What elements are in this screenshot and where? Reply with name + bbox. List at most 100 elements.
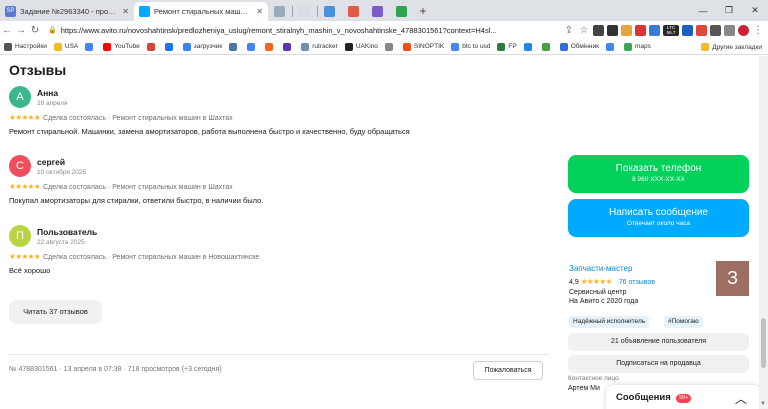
puzzle-icon[interactable]: [724, 24, 735, 36]
review-deal-info: Сделка состоялась · Ремонт стиральных ма…: [43, 184, 233, 191]
close-tab-icon[interactable]: ✕: [256, 2, 263, 21]
divider: [9, 354, 549, 355]
report-button[interactable]: Пожаловаться: [473, 361, 543, 380]
bookmark-item[interactable]: SINOPTIK: [402, 42, 444, 51]
bookmark-item[interactable]: [247, 42, 258, 51]
avatar[interactable]: С: [9, 155, 31, 177]
tab-mini[interactable]: [318, 2, 342, 21]
bookmark-item[interactable]: [541, 42, 553, 51]
bookmark-item[interactable]: [146, 42, 158, 51]
avatar[interactable]: А: [9, 86, 31, 108]
review-item: П Пользователь 22 августа 2025 ★★★★★ Сдел…: [9, 225, 549, 275]
back-icon[interactable]: ←: [0, 25, 14, 36]
bookmark-favicon: [247, 42, 256, 51]
scroll-down-icon[interactable]: ▼: [760, 401, 766, 407]
bookmark-item[interactable]: [265, 42, 276, 51]
all-ads-button[interactable]: 21 объявление пользователя: [568, 333, 749, 351]
tab-label: Задание №2963340 - просмотр з: [20, 7, 134, 16]
tab-mini[interactable]: [390, 2, 414, 21]
scrollbar-thumb[interactable]: [761, 318, 766, 368]
scrollbar[interactable]: ▼: [759, 56, 768, 409]
extension-icon[interactable]: [649, 24, 660, 36]
profile-avatar[interactable]: [738, 24, 749, 36]
write-message-button[interactable]: Написать сообщение Отвечает около часа: [568, 199, 749, 237]
extension-icon[interactable]: [635, 24, 646, 36]
new-tab-button[interactable]: +: [414, 2, 432, 21]
page-icon: [396, 6, 407, 17]
share-icon[interactable]: ⇪: [563, 25, 575, 36]
bookmark-item[interactable]: [384, 42, 396, 51]
bookmark-item[interactable]: [605, 42, 617, 51]
ltc-price-icon[interactable]: LTC 56.7: [663, 24, 679, 36]
seller-avatar[interactable]: З: [716, 261, 749, 296]
bookmark-item[interactable]: [85, 42, 96, 51]
close-window-icon[interactable]: ✕: [742, 5, 768, 16]
bookmark-item[interactable]: USA: [53, 42, 78, 51]
bookmark-label: загрузчик: [193, 43, 223, 50]
reviewer-name[interactable]: Анна: [37, 88, 68, 98]
bookmark-item[interactable]: UAKino: [344, 42, 378, 51]
bookmark-item[interactable]: [523, 42, 535, 51]
page-icon: [348, 6, 359, 17]
messages-label: Сообщения: [616, 392, 671, 403]
tab-mini[interactable]: [366, 2, 390, 21]
close-tab-icon[interactable]: ✕: [122, 2, 129, 21]
bookmark-item[interactable]: rutracker: [301, 42, 338, 51]
reload-icon[interactable]: ↻: [28, 25, 42, 36]
reviewer-name[interactable]: сергей: [37, 157, 86, 167]
minimize-icon[interactable]: —: [690, 6, 716, 16]
reviewer-name[interactable]: Пользователь: [37, 227, 97, 237]
bookmark-item[interactable]: maps: [623, 42, 651, 51]
extension-icon[interactable]: [682, 24, 693, 36]
maximize-icon[interactable]: ❐: [716, 5, 742, 16]
uakino-icon: [344, 42, 353, 51]
bookmark-label: btc to usd: [462, 43, 491, 50]
avatar[interactable]: П: [9, 225, 31, 247]
messages-widget[interactable]: Сообщения 99+ ︿: [606, 385, 761, 409]
seller-type: Сервисный центр: [569, 289, 627, 296]
tab-mini[interactable]: [293, 2, 317, 21]
tab-mini[interactable]: [342, 2, 366, 21]
bookmark-item[interactable]: [164, 42, 176, 51]
extension-icon[interactable]: [696, 24, 707, 36]
bookmark-favicon: [164, 42, 173, 51]
bookmark-item[interactable]: Настройки: [4, 42, 47, 51]
show-phone-button[interactable]: Показать телефон 8 960 XXX-XX-XX: [568, 155, 749, 193]
bookmark-item[interactable]: YouTube: [103, 42, 140, 51]
bookmark-item[interactable]: загрузчик: [182, 42, 223, 51]
reviewer-info: Анна 29 апреля: [37, 88, 68, 107]
read-all-reviews-button[interactable]: Читать 37 отзывов: [9, 300, 102, 324]
seller-reviews-link[interactable]: 76 отзывов: [619, 279, 655, 286]
menu-kebab-icon[interactable]: ⋮: [752, 25, 764, 36]
extension-icon[interactable]: [607, 24, 618, 36]
badge-helping[interactable]: #Помогаю: [664, 316, 703, 328]
tab-mini[interactable]: [268, 2, 292, 21]
page-icon: [372, 6, 383, 17]
bookmark-favicon: [283, 42, 292, 51]
lock-icon[interactable]: 🔒: [48, 26, 57, 34]
page-icon: [299, 6, 310, 17]
extension-icon[interactable]: [593, 24, 604, 36]
bookmark-star-icon[interactable]: ☆: [578, 25, 590, 36]
bookmark-item[interactable]: btc to usd: [451, 42, 491, 51]
badge-reliable[interactable]: Надёжный исполнитель: [569, 316, 650, 328]
review-meta: ★★★★★ Сделка состоялась · Ремонт стиральн…: [9, 113, 549, 122]
subscribe-button[interactable]: Подписаться на продавца: [568, 355, 749, 373]
chevron-up-icon[interactable]: ︿: [735, 390, 747, 407]
extension-icon[interactable]: [710, 24, 721, 36]
bookmark-item[interactable]: FP: [497, 42, 517, 51]
listing-stats: № 4788301561 · 13 апреля в 07:38 · 718 п…: [9, 366, 222, 373]
bookmark-label: Настройки: [15, 43, 47, 50]
seller-rating-value: 4,9: [569, 279, 579, 286]
bookmark-item[interactable]: [229, 42, 240, 51]
tab-zadanie[interactable]: SP Задание №2963340 - просмотр з ✕: [0, 2, 134, 21]
bookmark-item[interactable]: [283, 42, 294, 51]
forward-icon[interactable]: →: [14, 25, 28, 36]
tab-avito[interactable]: Ремонт стиральных машин в Нов ✕: [134, 2, 268, 21]
reviewer-info: сергей 10 октября 2025: [37, 157, 86, 176]
url-field[interactable]: https://www.avito.ru/novoshahtinsk/predl…: [61, 26, 521, 35]
seller-name-link[interactable]: Запчасти-мастер: [569, 264, 632, 273]
other-bookmarks[interactable]: Другие закладки: [701, 39, 762, 54]
bookmark-item[interactable]: Обмінник: [559, 42, 599, 51]
extension-icon[interactable]: [621, 24, 632, 36]
